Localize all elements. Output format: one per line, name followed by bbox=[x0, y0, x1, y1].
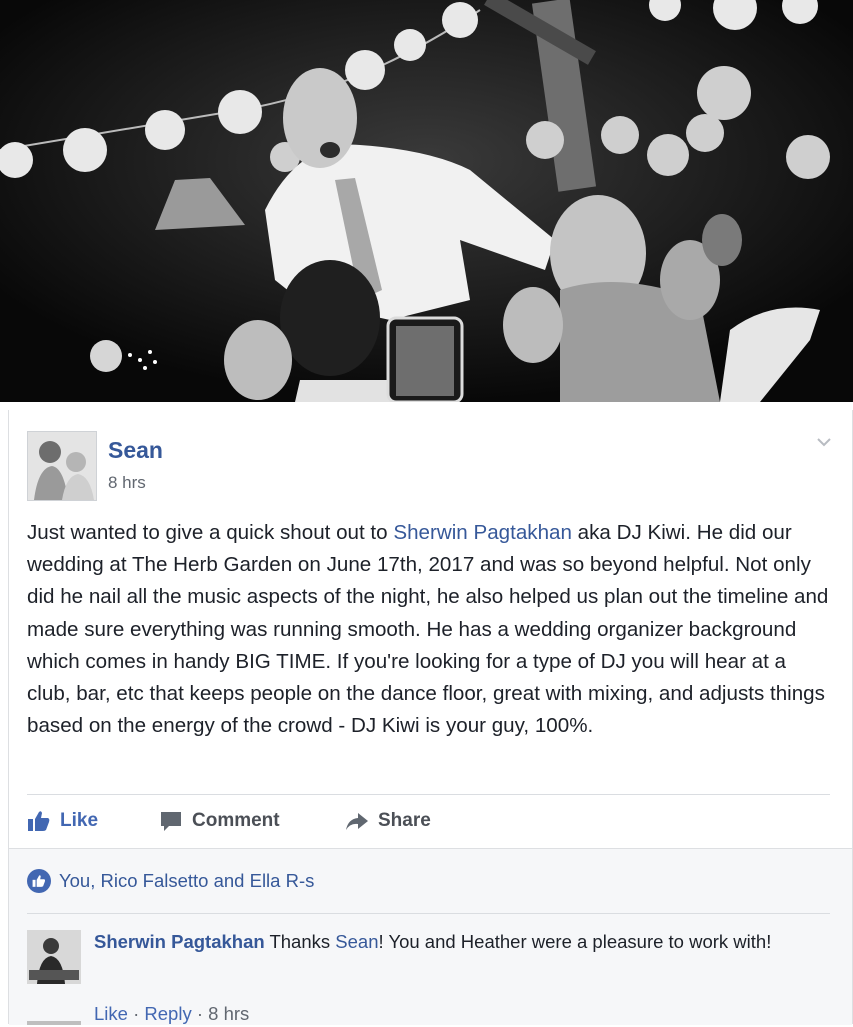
comment-timestamp[interactable]: 8 hrs bbox=[208, 1003, 249, 1024]
separator: · bbox=[191, 1003, 209, 1024]
post-card: Sean 8 hrs Just wanted to give a quick s… bbox=[8, 410, 853, 1025]
comment-like-link[interactable]: Like bbox=[94, 1003, 128, 1024]
social-section: You, Rico Falsetto and Ella R-s Sherwin … bbox=[9, 848, 852, 1025]
divider bbox=[27, 794, 830, 795]
comment-reply-link[interactable]: Reply bbox=[144, 1003, 191, 1024]
share-button[interactable]: Share bbox=[345, 806, 431, 836]
like-label: Like bbox=[60, 810, 99, 831]
post-message: Just wanted to give a quick shout out to… bbox=[27, 517, 832, 742]
comment-text-part-2: ! You and Heather were a pleasure to wor… bbox=[378, 931, 772, 952]
divider bbox=[27, 913, 830, 914]
post-actions: Like Comment Share bbox=[27, 806, 830, 836]
post-text-part-1: Just wanted to give a quick shout out to bbox=[27, 521, 394, 544]
mention-link[interactable]: Sherwin Pagtakhan bbox=[393, 521, 572, 544]
comment: Sherwin Pagtakhan Thanks Sean! You and H… bbox=[27, 927, 830, 1027]
chevron-down-icon[interactable] bbox=[816, 436, 832, 448]
comment-meta: Like · Reply · 8 hrs bbox=[94, 1003, 249, 1025]
reactions-text: You, Rico Falsetto and Ella R-s bbox=[59, 870, 315, 891]
post-author-name[interactable]: Sean bbox=[108, 437, 163, 463]
comment-author[interactable]: Sherwin Pagtakhan bbox=[94, 931, 265, 952]
post-text-part-2: aka DJ Kiwi. He did our wedding at The H… bbox=[27, 521, 829, 738]
author-avatar[interactable] bbox=[27, 431, 97, 501]
separator: · bbox=[127, 1003, 145, 1024]
commenter-avatar[interactable] bbox=[27, 930, 81, 984]
post-timestamp[interactable]: 8 hrs bbox=[108, 473, 146, 493]
commenter-avatar-image bbox=[27, 930, 81, 984]
wedding-photo-image bbox=[0, 0, 853, 402]
thumbs-up-icon bbox=[28, 811, 50, 831]
comment-text-part-1: Thanks bbox=[264, 931, 336, 952]
reactions-summary[interactable]: You, Rico Falsetto and Ella R-s bbox=[27, 869, 314, 893]
avatar-image bbox=[28, 432, 96, 500]
next-comment-avatar bbox=[27, 1021, 81, 1025]
comment-button[interactable]: Comment bbox=[159, 806, 280, 836]
speech-bubble-icon bbox=[161, 812, 181, 831]
like-button[interactable]: Like bbox=[27, 806, 98, 836]
post-photo[interactable] bbox=[0, 0, 853, 402]
like-reaction-icon bbox=[27, 869, 51, 893]
share-arrow-icon bbox=[346, 813, 368, 830]
comment-body: Sherwin Pagtakhan Thanks Sean! You and H… bbox=[94, 927, 814, 957]
comment-mention-link[interactable]: Sean bbox=[335, 931, 378, 952]
share-label: Share bbox=[378, 810, 431, 831]
comment-label: Comment bbox=[192, 810, 280, 831]
